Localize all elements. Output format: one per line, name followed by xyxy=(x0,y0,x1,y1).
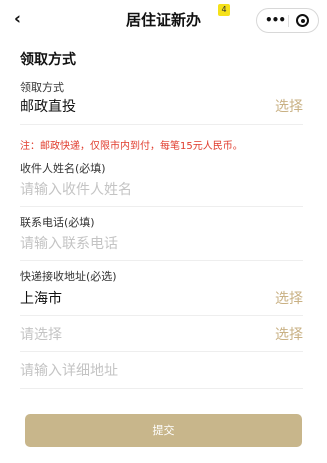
divider xyxy=(20,388,303,389)
section-title: 领取方式 xyxy=(20,52,76,68)
submit-button[interactable]: 提交 xyxy=(25,414,302,447)
pickup-method-value[interactable]: 邮政直投 xyxy=(20,98,76,116)
capsule-divider xyxy=(288,15,289,27)
divider xyxy=(20,124,303,125)
divider xyxy=(20,206,303,207)
divider xyxy=(20,351,303,352)
phone-input[interactable]: 请输入联系电话 xyxy=(20,235,118,253)
count-badge: 4 xyxy=(218,4,230,16)
city-value[interactable]: 上海市 xyxy=(20,290,62,308)
pickup-method-select-button[interactable]: 选择 xyxy=(275,98,303,116)
district-select-button[interactable]: 选择 xyxy=(275,326,303,344)
more-icon[interactable]: ••• xyxy=(264,12,286,28)
navigation-bar: ‹ 居住证新办 4 ••• xyxy=(0,0,327,42)
delivery-notice: 注：邮政快递，仅限市内到付，每笔15元人民币。 xyxy=(20,141,243,152)
recipient-name-input[interactable]: 请输入收件人姓名 xyxy=(20,181,132,199)
divider xyxy=(20,260,303,261)
close-icon[interactable] xyxy=(296,14,309,27)
address-label: 快递接收地址(必选) xyxy=(20,270,117,283)
city-select-button[interactable]: 选择 xyxy=(275,290,303,308)
recipient-name-label: 收件人姓名(必填) xyxy=(20,162,106,175)
mini-program-capsule: ••• xyxy=(256,8,319,33)
phone-label: 联系电话(必填) xyxy=(20,216,95,229)
district-select[interactable]: 请选择 xyxy=(20,326,62,344)
divider xyxy=(20,315,303,316)
pickup-method-label: 领取方式 xyxy=(20,81,64,94)
detail-address-input[interactable]: 请输入详细地址 xyxy=(20,362,118,380)
